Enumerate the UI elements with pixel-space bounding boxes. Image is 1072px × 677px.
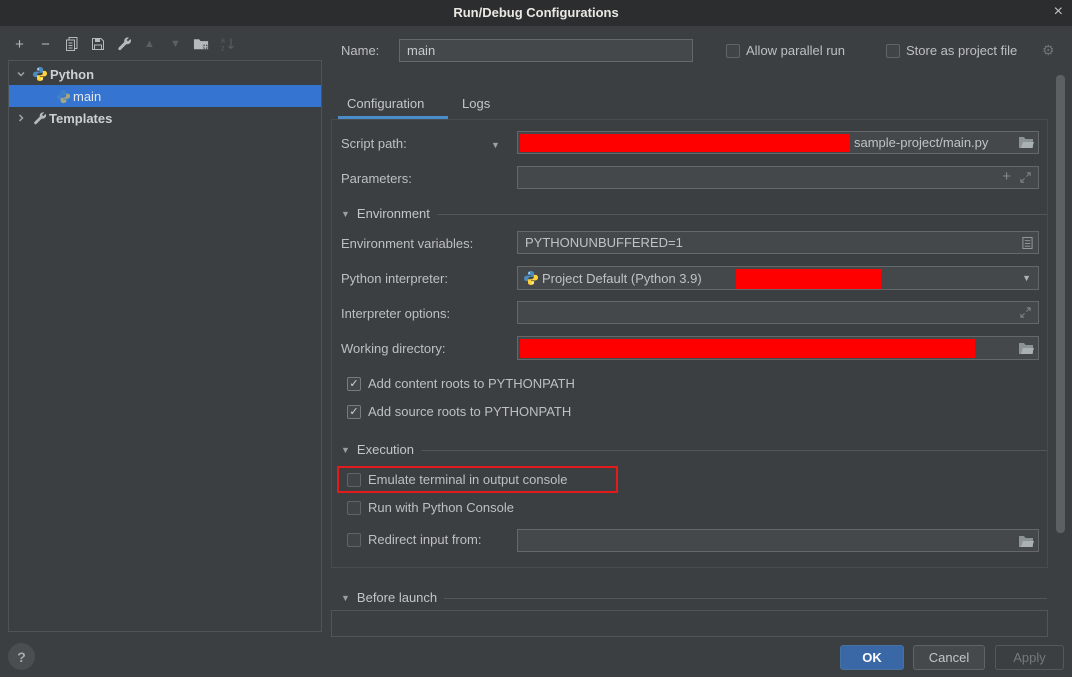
add-source-roots-checkbox[interactable]: ✓ — [347, 405, 361, 419]
environment-variables-field[interactable]: PYTHONUNBUFFERED=1 — [517, 231, 1039, 254]
folder-icon[interactable] — [1018, 534, 1034, 548]
redaction-block — [736, 269, 881, 289]
before-launch-task-list[interactable] — [331, 610, 1048, 637]
expand-field-icon[interactable] — [1019, 171, 1032, 184]
remove-configuration-button[interactable]: − — [37, 35, 54, 53]
chevron-right-icon[interactable] — [16, 113, 26, 123]
python-icon — [56, 89, 71, 104]
script-path-value: sample-project/main.py — [854, 135, 988, 150]
gear-icon[interactable]: ⚙ — [1042, 42, 1055, 58]
name-input-value: main — [407, 43, 435, 58]
check-icon: ✓ — [349, 379, 358, 390]
redirect-input-field[interactable] — [517, 529, 1039, 552]
edit-templates-wrench-icon[interactable] — [115, 35, 132, 53]
chevron-down-icon[interactable] — [16, 69, 26, 79]
chevron-down-icon[interactable]: ▼ — [1022, 273, 1031, 283]
section-title: Before launch — [357, 590, 437, 605]
section-title: Environment — [357, 206, 430, 221]
move-down-icon: ▼ — [167, 35, 184, 53]
environment-section-header[interactable]: ▼ Environment — [341, 206, 1047, 221]
python-icon — [32, 66, 48, 82]
section-divider — [421, 450, 1047, 451]
copy-configuration-icon[interactable] — [63, 35, 80, 53]
interpreter-options-field[interactable] — [517, 301, 1039, 324]
vertical-scrollbar[interactable] — [1056, 75, 1065, 533]
redirect-input-checkbox[interactable] — [347, 533, 361, 547]
browse-variables-icon[interactable] — [1022, 236, 1033, 250]
sort-configurations-icon: az — [219, 35, 236, 53]
tree-item-label: Templates — [49, 111, 112, 126]
execution-section-header[interactable]: ▼ Execution — [341, 442, 1047, 457]
tab-configuration[interactable]: Configuration — [347, 96, 424, 111]
svg-text:z: z — [221, 46, 225, 53]
add-macro-plus-icon[interactable]: + — [1002, 168, 1011, 185]
working-directory-label: Working directory: — [341, 341, 446, 357]
store-as-project-file-checkbox[interactable] — [886, 44, 900, 58]
folder-icon[interactable] — [1018, 341, 1034, 355]
script-path-label: Script path: — [341, 136, 407, 152]
allow-parallel-run-checkbox[interactable] — [726, 44, 740, 58]
run-with-python-console-label[interactable]: Run with Python Console — [368, 500, 514, 516]
check-icon: ✓ — [349, 407, 358, 418]
ok-button[interactable]: OK — [840, 645, 904, 670]
redaction-block — [520, 134, 850, 152]
close-icon[interactable]: × — [1054, 3, 1063, 21]
tab-logs[interactable]: Logs — [462, 96, 490, 111]
parameters-label: Parameters: — [341, 171, 412, 187]
section-divider — [437, 214, 1047, 215]
help-button[interactable]: ? — [8, 643, 35, 670]
working-directory-field[interactable] — [517, 336, 1039, 360]
before-launch-section-header[interactable]: ▼ Before launch — [341, 590, 1047, 605]
environment-variables-value: PYTHONUNBUFFERED=1 — [525, 235, 683, 250]
new-folder-icon[interactable] — [193, 35, 210, 53]
environment-variables-label: Environment variables: — [341, 236, 473, 252]
interpreter-options-label: Interpreter options: — [341, 306, 450, 322]
tree-item-label: Python — [50, 67, 94, 82]
parameters-field[interactable]: + — [517, 166, 1039, 189]
add-content-roots-label[interactable]: Add content roots to PYTHONPATH — [368, 376, 575, 392]
store-as-project-file-label[interactable]: Store as project file — [906, 43, 1017, 59]
emulate-terminal-label[interactable]: Emulate terminal in output console — [368, 472, 567, 488]
wrench-icon — [32, 111, 47, 126]
tree-item-python[interactable]: Python — [9, 63, 321, 85]
tree-toolbar: + − ▲ ▼ az — [11, 34, 236, 54]
script-path-dropdown-icon[interactable]: ▼ — [491, 137, 500, 153]
svg-text:a: a — [221, 38, 225, 45]
apply-button[interactable]: Apply — [995, 645, 1064, 670]
python-icon — [523, 270, 539, 286]
add-configuration-button[interactable]: + — [11, 35, 28, 53]
name-label: Name: — [341, 43, 379, 59]
folder-icon[interactable] — [1018, 135, 1034, 149]
configurations-tree: Python main Templates — [8, 60, 322, 632]
allow-parallel-run-label[interactable]: Allow parallel run — [746, 43, 845, 59]
section-collapse-icon[interactable]: ▼ — [341, 592, 350, 604]
run-debug-configurations-dialog: Run/Debug Configurations × + − ▲ ▼ az — [0, 0, 1072, 677]
emulate-terminal-checkbox[interactable] — [347, 473, 361, 487]
expand-field-icon[interactable] — [1019, 306, 1032, 319]
run-with-python-console-checkbox[interactable] — [347, 501, 361, 515]
tree-item-templates[interactable]: Templates — [9, 107, 321, 129]
add-source-roots-label[interactable]: Add source roots to PYTHONPATH — [368, 404, 571, 420]
section-title: Execution — [357, 442, 414, 457]
section-collapse-icon[interactable]: ▼ — [341, 208, 350, 220]
section-collapse-icon[interactable]: ▼ — [341, 444, 350, 456]
python-interpreter-label: Python interpreter: — [341, 271, 448, 287]
dialog-title: Run/Debug Configurations — [0, 5, 1072, 20]
python-interpreter-value: Project Default (Python 3.9) — [542, 271, 702, 286]
redaction-block — [520, 339, 975, 358]
save-configuration-icon[interactable] — [89, 35, 106, 53]
script-path-field[interactable]: sample-project/main.py — [517, 131, 1039, 154]
python-interpreter-select[interactable]: Project Default (Python 3.9) ▼ — [517, 266, 1039, 290]
section-divider — [444, 598, 1047, 599]
tree-item-label: main — [73, 89, 101, 104]
tree-item-main[interactable]: main — [9, 85, 321, 107]
name-input[interactable]: main — [399, 39, 693, 62]
title-bar: Run/Debug Configurations × — [0, 0, 1072, 26]
add-content-roots-checkbox[interactable]: ✓ — [347, 377, 361, 391]
cancel-button[interactable]: Cancel — [913, 645, 985, 670]
redirect-input-label[interactable]: Redirect input from: — [368, 532, 481, 548]
move-up-icon: ▲ — [141, 35, 158, 53]
